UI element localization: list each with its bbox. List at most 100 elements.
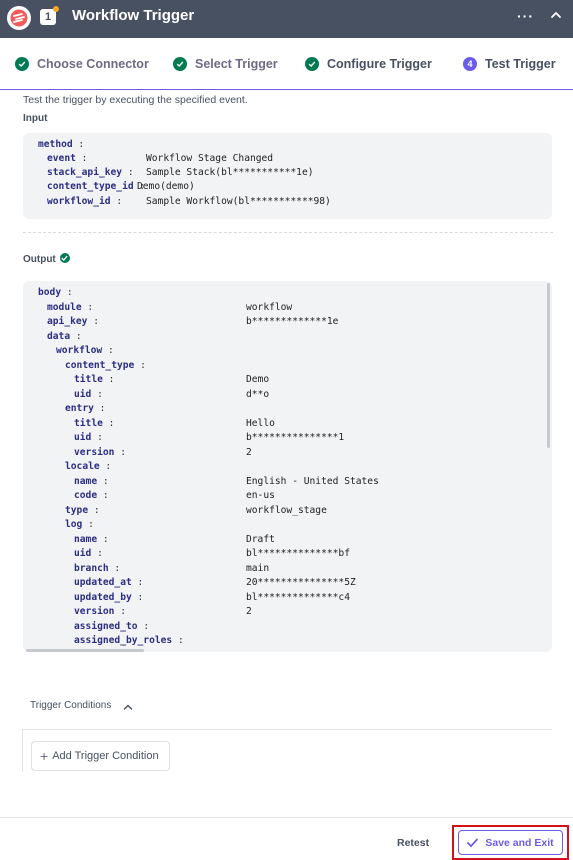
code-key: data xyxy=(47,330,71,342)
code-key: content_type xyxy=(65,359,135,371)
code-key: updated_by xyxy=(74,591,132,603)
code-key: locale xyxy=(65,461,100,472)
code-key: assigned_by_roles xyxy=(74,635,173,646)
more-options-button[interactable]: ··· xyxy=(517,8,534,24)
code-key: code xyxy=(74,490,98,501)
step-number-icon: 4 xyxy=(463,57,477,71)
step-label: Choose Connector xyxy=(37,57,149,71)
code-value: workflow_stage xyxy=(246,504,327,516)
code-line: assigned_to : xyxy=(74,620,150,632)
code-key: content_type_id xyxy=(47,181,134,192)
code-value: b***************1 xyxy=(246,432,345,443)
code-line: workflow : xyxy=(56,345,114,356)
vertical-scrollbar[interactable] xyxy=(547,283,550,448)
code-line: type : xyxy=(65,504,100,516)
step-configure-trigger[interactable]: Configure Trigger xyxy=(305,57,432,71)
app-header: 1 Workflow Trigger ··· xyxy=(0,0,573,38)
code-key: type xyxy=(65,504,89,516)
code-line: content_type_id : xyxy=(47,181,146,192)
code-key: version xyxy=(74,446,115,458)
code-value: 20***************5Z xyxy=(246,577,356,588)
trigger-conditions-label[interactable]: Trigger Conditions xyxy=(30,700,111,711)
code-line: branch : xyxy=(74,562,121,574)
code-value: bl**************c4 xyxy=(246,591,350,603)
code-key: module xyxy=(47,301,82,313)
horizontal-scrollbar[interactable] xyxy=(26,649,144,652)
code-value: Workflow Stage Changed xyxy=(146,153,274,164)
step-count-badge: 1 xyxy=(40,6,59,25)
code-key: updated_at xyxy=(74,577,132,588)
code-key: workflow xyxy=(56,345,103,356)
code-line: api_key : xyxy=(47,316,99,327)
code-value: Demo(demo) xyxy=(137,181,195,192)
save-highlight-frame: Save and Exit xyxy=(452,825,569,860)
section-divider xyxy=(22,729,552,730)
code-line: code : xyxy=(74,490,109,501)
code-line: version : xyxy=(74,606,126,617)
code-key: version xyxy=(74,606,115,617)
code-value: 2 xyxy=(246,606,252,617)
section-divider xyxy=(22,729,23,772)
code-line: updated_by : xyxy=(74,591,144,603)
output-code-block: body : module : workflow api_key : b********… xyxy=(23,281,552,652)
chevron-up-icon[interactable] xyxy=(549,8,563,22)
code-line: body : xyxy=(38,287,73,298)
code-key: name xyxy=(74,533,98,545)
notification-dot-icon xyxy=(53,6,59,12)
code-line: method : xyxy=(38,139,85,150)
code-line: entry : xyxy=(65,403,106,414)
save-and-exit-button[interactable]: Save and Exit xyxy=(458,830,563,855)
stepper: Choose Connector Select Trigger Configur… xyxy=(0,38,573,90)
section-divider xyxy=(23,232,553,233)
code-line: name : xyxy=(74,533,109,545)
code-line: uid : xyxy=(74,432,103,443)
check-circle-icon xyxy=(15,57,29,71)
input-code-block: method : event : Workflow Stage Changed … xyxy=(23,133,552,219)
code-value: Demo xyxy=(246,374,270,385)
success-check-icon xyxy=(59,253,70,263)
add-trigger-condition-button[interactable]: + Add Trigger Condition xyxy=(31,741,170,771)
code-line: uid : xyxy=(74,548,103,559)
code-line: title : xyxy=(74,417,115,429)
code-value: en-us xyxy=(246,490,275,501)
check-circle-icon xyxy=(173,57,187,71)
connector-logo-icon xyxy=(7,6,31,30)
add-button-label: Add Trigger Condition xyxy=(52,750,159,762)
code-key: workflow_id xyxy=(47,196,111,207)
input-label: Input xyxy=(23,113,48,124)
code-key: stack_api_key xyxy=(47,167,123,178)
step-test-trigger[interactable]: 4 Test Trigger xyxy=(463,57,556,71)
code-key: assigned_to xyxy=(74,620,138,632)
footer-bar: Retest Save and Exit xyxy=(0,817,573,860)
code-key: method xyxy=(38,139,73,150)
retest-button[interactable]: Retest xyxy=(397,837,429,849)
step-select-trigger[interactable]: Select Trigger xyxy=(173,57,278,71)
code-line: version : xyxy=(74,446,126,458)
code-key: title xyxy=(74,374,103,385)
code-line: updated_at : xyxy=(74,577,144,588)
code-line: assigned_by_roles : xyxy=(74,635,184,646)
code-key: log xyxy=(65,519,83,530)
code-key: entry xyxy=(65,403,94,414)
code-key: uid xyxy=(74,432,92,443)
code-line: workflow_id : xyxy=(47,196,123,207)
code-line: log : xyxy=(65,519,94,530)
chevron-up-icon[interactable] xyxy=(122,700,134,712)
code-key: branch xyxy=(74,562,109,574)
step-label: Test Trigger xyxy=(485,57,556,71)
code-value: d**o xyxy=(246,388,270,400)
step-choose-connector[interactable]: Choose Connector xyxy=(15,57,149,71)
code-value: Draft xyxy=(246,533,275,545)
code-line: stack_api_key : xyxy=(47,167,134,178)
code-line: event : xyxy=(47,153,88,164)
code-line: data : xyxy=(47,330,82,342)
test-description: Test the trigger by executing the specif… xyxy=(23,94,248,106)
code-value: bl**************bf xyxy=(246,548,350,559)
code-key: uid xyxy=(74,388,92,400)
check-circle-icon xyxy=(305,57,319,71)
save-button-label: Save and Exit xyxy=(485,836,554,849)
code-value: main xyxy=(246,562,270,574)
code-key: name xyxy=(74,475,98,487)
code-value: Hello xyxy=(246,417,275,429)
code-line: uid : xyxy=(74,388,103,400)
